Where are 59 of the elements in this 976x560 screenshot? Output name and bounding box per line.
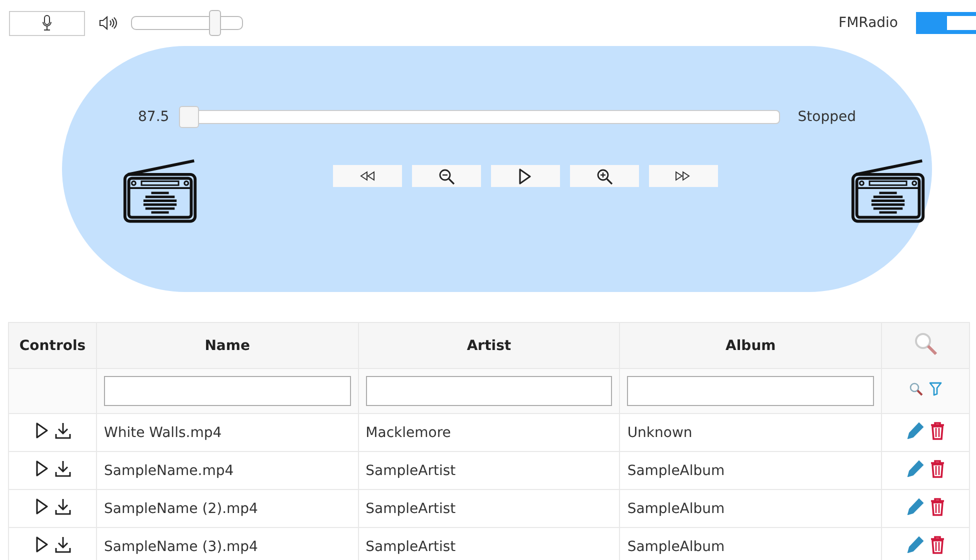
pencil-icon[interactable]	[906, 422, 924, 440]
zoom-out-button[interactable]	[412, 165, 480, 187]
microphone-button[interactable]	[9, 10, 85, 36]
table-cell: SampleName (3).mp4	[104, 538, 258, 554]
play-button[interactable]	[490, 165, 560, 187]
trash-icon[interactable]	[930, 460, 944, 478]
table-cell: Macklemore	[366, 424, 451, 440]
fast-forward-button[interactable]	[648, 165, 718, 187]
slider-thumb[interactable]	[209, 10, 221, 36]
table-cell: SampleName.mp4	[104, 462, 234, 478]
filter-field[interactable]	[104, 376, 351, 406]
play-icon[interactable]	[34, 536, 48, 553]
fast-forward-icon	[675, 171, 691, 181]
zoom-in-button[interactable]	[570, 165, 638, 187]
table-cell: Unknown	[627, 424, 692, 440]
play-icon[interactable]	[34, 460, 48, 477]
zoom-in-icon	[596, 168, 612, 184]
table-cell: White Walls.mp4	[104, 424, 222, 440]
download-icon[interactable]	[54, 460, 70, 477]
table-cell: SampleName (2).mp4	[104, 500, 258, 516]
download-icon[interactable]	[54, 498, 70, 515]
frequency-value: 87.5	[138, 109, 170, 125]
download-icon[interactable]	[54, 536, 70, 553]
speaker-icon	[99, 16, 117, 30]
table-cell: SampleArtist	[366, 500, 456, 516]
column-header: Album	[726, 338, 776, 354]
pencil-icon[interactable]	[906, 460, 924, 478]
table-cell: SampleAlbum	[627, 538, 725, 554]
search-icon[interactable]	[909, 382, 923, 396]
trash-icon[interactable]	[930, 498, 944, 516]
search-icon[interactable]	[914, 332, 938, 356]
filter-field[interactable]	[627, 376, 874, 406]
table-cell: SampleAlbum	[627, 500, 725, 516]
trash-icon[interactable]	[930, 422, 944, 440]
filter-icon[interactable]	[929, 382, 942, 396]
slider-thumb[interactable]	[179, 106, 200, 128]
pencil-icon[interactable]	[906, 498, 924, 516]
play-icon[interactable]	[34, 422, 48, 439]
rewind-button[interactable]	[332, 165, 402, 187]
trash-icon[interactable]	[930, 536, 944, 554]
zoom-out-icon	[438, 168, 454, 184]
play-icon[interactable]	[34, 498, 48, 515]
frequency-slider[interactable]	[179, 106, 780, 128]
radio-toggle[interactable]	[916, 12, 976, 34]
radio-label: FMRadio	[838, 15, 898, 31]
microphone-icon	[42, 15, 52, 31]
pencil-icon[interactable]	[906, 536, 924, 554]
table-cell: SampleArtist	[366, 538, 456, 554]
column-header: Name	[204, 338, 250, 354]
filter-field[interactable]	[366, 376, 612, 406]
rewind-icon	[359, 171, 375, 181]
download-icon[interactable]	[54, 422, 70, 439]
volume-slider[interactable]	[131, 10, 243, 36]
column-header: Artist	[466, 338, 512, 354]
table-cell: SampleArtist	[366, 462, 456, 478]
table-cell: SampleAlbum	[627, 462, 725, 478]
status-text: Stopped	[798, 109, 856, 125]
column-header: Controls	[19, 338, 86, 354]
play-icon	[518, 168, 532, 184]
